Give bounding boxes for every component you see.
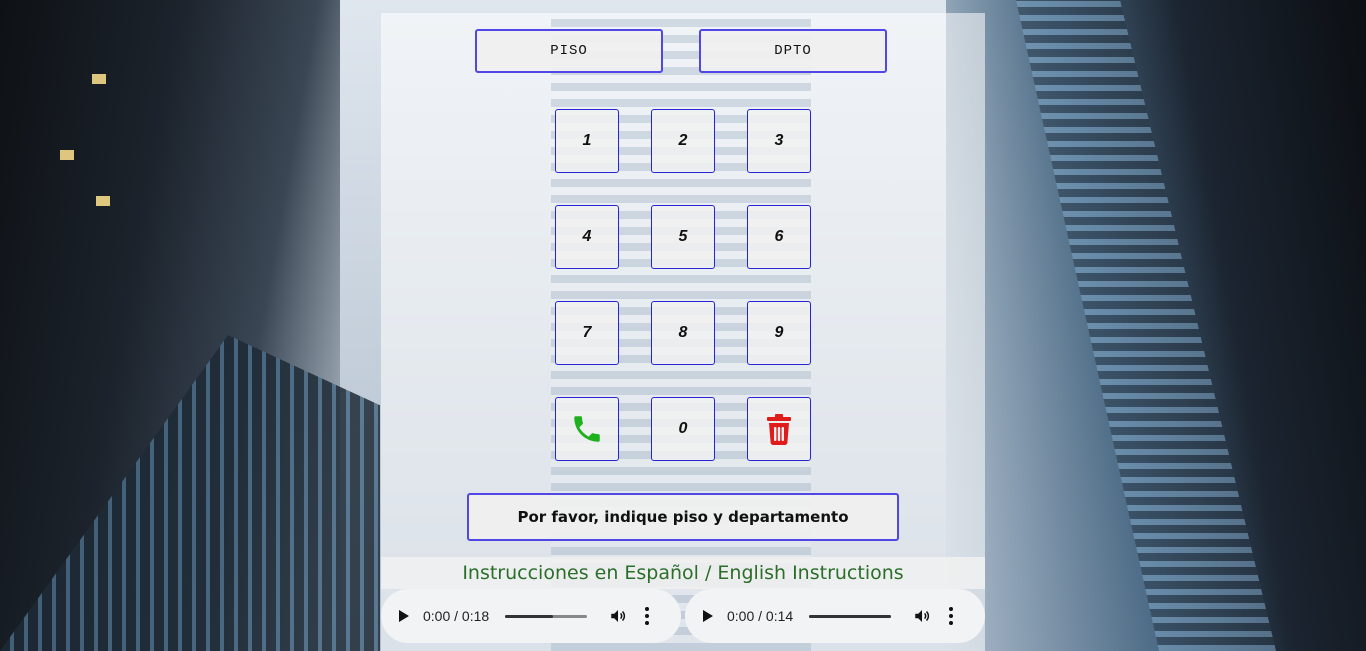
intercom-panel: PISO DPTO 1 2 3 4 5 6 7 8 9 0 Por favor,… [381, 13, 985, 651]
more-options-icon[interactable] [645, 607, 649, 625]
audio-player-english[interactable]: 0:00 / 0:14 [685, 589, 985, 643]
play-icon[interactable] [399, 610, 409, 622]
floor-button[interactable]: PISO [475, 29, 663, 73]
lit-window [60, 150, 74, 160]
audio-time: 0:00 / 0:14 [727, 608, 794, 624]
key-2[interactable]: 2 [651, 109, 715, 173]
audio-player-spanish[interactable]: 0:00 / 0:18 [381, 589, 681, 643]
key-3[interactable]: 3 [747, 109, 811, 173]
trash-icon [767, 414, 791, 445]
audio-progress-fill [505, 614, 553, 618]
key-7[interactable]: 7 [555, 301, 619, 365]
key-4[interactable]: 4 [555, 205, 619, 269]
more-options-icon[interactable] [949, 607, 953, 625]
key-6[interactable]: 6 [747, 205, 811, 269]
volume-icon[interactable] [609, 607, 627, 625]
audio-progress-track[interactable] [809, 614, 891, 618]
instructions-title: Instrucciones en Español / English Instr… [381, 557, 985, 589]
key-9[interactable]: 9 [747, 301, 811, 365]
phone-icon [574, 416, 600, 442]
key-5[interactable]: 5 [651, 205, 715, 269]
unit-button[interactable]: DPTO [699, 29, 887, 73]
audio-time: 0:00 / 0:18 [423, 608, 490, 624]
status-message: Por favor, indique piso y departamento [467, 493, 899, 541]
audio-progress-fill [809, 614, 891, 618]
lit-window [96, 196, 110, 206]
key-1[interactable]: 1 [555, 109, 619, 173]
delete-button[interactable] [747, 397, 811, 461]
audio-progress-track[interactable] [505, 614, 587, 618]
key-0[interactable]: 0 [651, 397, 715, 461]
play-icon[interactable] [703, 610, 713, 622]
call-button[interactable] [555, 397, 619, 461]
key-8[interactable]: 8 [651, 301, 715, 365]
lit-window [92, 74, 106, 84]
volume-icon[interactable] [913, 607, 931, 625]
